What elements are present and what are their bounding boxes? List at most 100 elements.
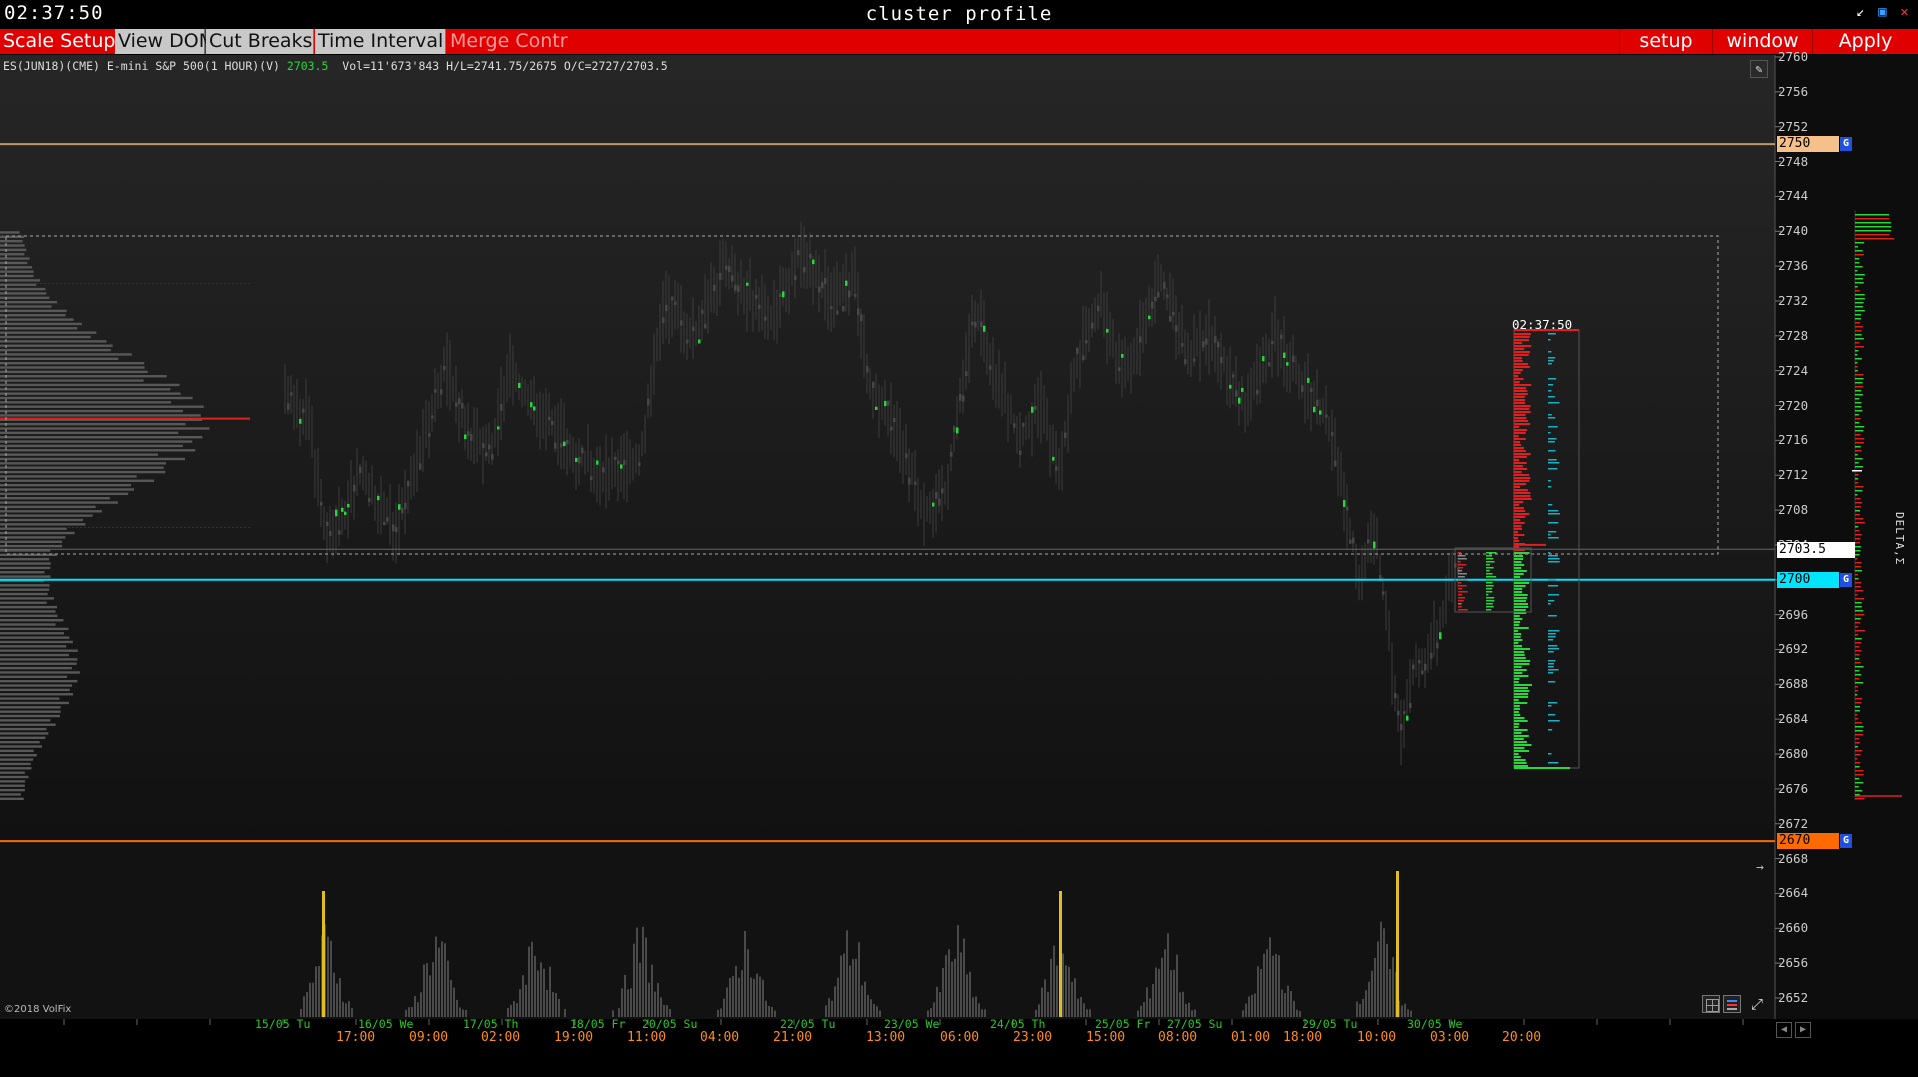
cluster-volume-cell: [1514, 360, 1523, 362]
cluster-volume-cell: [1514, 762, 1527, 764]
cluster-cell: [443, 365, 446, 370]
profile-level: [0, 266, 33, 269]
close-icon[interactable]: ✕: [1897, 5, 1912, 20]
profile-level: [0, 383, 180, 387]
profile-level: [0, 488, 135, 491]
fullscreen-icon[interactable]: ⤢: [1748, 995, 1766, 1013]
volume-bar: [1077, 998, 1079, 1017]
delta-bar: [1855, 574, 1859, 576]
cluster-volume-cell: [1514, 381, 1520, 383]
minimize-icon[interactable]: ↙: [1853, 5, 1868, 20]
time-label: 21:00: [773, 1030, 813, 1045]
cluster-cell: [1220, 357, 1223, 364]
cluster-cell: [734, 284, 737, 291]
cluster-cell: [905, 453, 908, 459]
cluster-delta-cell: [1548, 666, 1554, 668]
layout-icon[interactable]: [1723, 995, 1741, 1013]
delta-bar: [1855, 754, 1861, 756]
session-cell: [1458, 579, 1468, 581]
pencil-icon[interactable]: ✎: [1750, 60, 1768, 78]
delta-bar: [1855, 594, 1858, 596]
volume-bar: [333, 972, 335, 1017]
grid-icon[interactable]: [1702, 995, 1720, 1013]
delta-bar: [1855, 558, 1858, 560]
scroll-right-icon[interactable]: ▶: [1795, 1022, 1811, 1038]
cluster-cell: [875, 406, 878, 411]
axis-tick-label: 2736: [1778, 258, 1809, 274]
cluster-cell: [731, 275, 734, 282]
volume-bar: [303, 996, 305, 1017]
axis-tick-label: 2688: [1778, 676, 1809, 692]
cluster-volume-cell: [1514, 633, 1522, 635]
volume-bar: [1083, 1003, 1085, 1017]
apply-button[interactable]: Apply: [1812, 29, 1918, 54]
volume-bar: [771, 1006, 773, 1017]
cluster-volume-cell: [1514, 558, 1524, 560]
cluster-volume-cell: [1514, 342, 1523, 344]
g-tag-2750[interactable]: G: [1840, 137, 1852, 151]
price-box-last: 2703.5: [1777, 542, 1855, 558]
maximize-icon[interactable]: ▣: [1875, 5, 1890, 20]
profile-level: [0, 335, 91, 339]
time-interval-button[interactable]: Time Interval: [315, 29, 446, 54]
cluster-cell: [491, 454, 494, 460]
delta-bar: [1855, 678, 1860, 680]
merge-contracts-button[interactable]: Merge Contr: [447, 29, 568, 54]
setup-button[interactable]: setup: [1619, 29, 1712, 54]
volume-bar: [840, 955, 842, 1017]
axis-tick-label: 2748: [1778, 153, 1809, 169]
delta-bar: [1855, 298, 1865, 300]
profile-level: [0, 314, 66, 317]
view-dom-button[interactable]: View DOM: [115, 29, 215, 54]
cluster-delta-cell: [1548, 351, 1552, 353]
session-cell: [1486, 591, 1493, 593]
cluster-cell: [758, 304, 761, 309]
cluster-cell: [974, 321, 977, 328]
g-tag-2670[interactable]: G: [1840, 834, 1852, 848]
cluster-cell: [890, 426, 893, 431]
profile-level: [0, 614, 58, 618]
cluster-delta-cell: [1548, 384, 1554, 386]
delta-bar: [1855, 674, 1862, 676]
scale-setup-button[interactable]: Scale Setup: [0, 29, 115, 54]
cluster-cell: [623, 459, 626, 466]
profile-level: [0, 261, 28, 265]
time-label: 10:00: [1357, 1030, 1397, 1045]
cluster-volume-cell: [1514, 525, 1522, 527]
scroll-left-icon[interactable]: ◀: [1776, 1022, 1792, 1038]
delta-bar: [1855, 562, 1862, 564]
cluster-delta-cell: [1548, 462, 1560, 464]
profile-level: [0, 736, 46, 740]
cluster-cell: [533, 406, 536, 411]
volume-bar: [1185, 1004, 1187, 1017]
cluster-volume-cell: [1514, 480, 1530, 482]
volume-bar: [1269, 937, 1271, 1017]
delta-bar: [1855, 246, 1859, 248]
axis-tick-label: 2692: [1778, 641, 1809, 657]
volume-bar: [630, 988, 632, 1017]
cluster-delta-cell: [1548, 486, 1552, 488]
volume-bar: [522, 975, 524, 1017]
cluster-volume-cell: [1514, 402, 1525, 404]
cluster-cell: [1313, 406, 1316, 413]
chart-canvas[interactable]: [0, 0, 1918, 1077]
session-cell: [1486, 552, 1497, 554]
session-cell: [1458, 600, 1464, 602]
cluster-cell: [725, 265, 728, 270]
cluster-cell: [971, 321, 974, 326]
cluster-cell: [1307, 377, 1310, 383]
cluster-volume-cell: [1514, 615, 1520, 617]
delta-bar: [1855, 746, 1858, 748]
profile-level: [0, 649, 78, 652]
cluster-cell: [1121, 353, 1124, 358]
cluster-cell: [701, 309, 704, 314]
arrow-right-icon[interactable]: →: [1756, 860, 1764, 875]
volume-bar: [933, 1002, 935, 1017]
instrument-symbol: ES(JUN18)(CME) E-mini S&P 500(1 HOUR)(V): [3, 59, 280, 73]
cut-breaks-button[interactable]: Cut Breaks: [206, 29, 314, 54]
cluster-cell: [1013, 423, 1016, 428]
profile-level: [0, 296, 50, 300]
g-tag-2700[interactable]: G: [1840, 573, 1852, 587]
cluster-volume-cell: [1514, 642, 1519, 644]
profile-level: [0, 270, 34, 273]
